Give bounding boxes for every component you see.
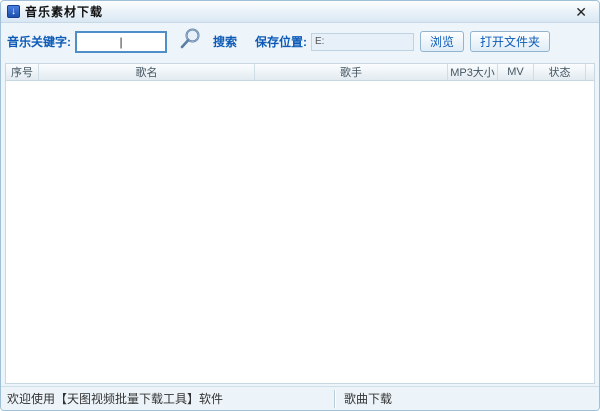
status-message-mode: 歌曲下载: [344, 392, 393, 406]
search-label[interactable]: 搜索: [213, 33, 237, 50]
keyword-label: 音乐关键字:: [7, 35, 71, 49]
table-header-row: 序号 歌名 歌手 MP3大小 MV 状态: [6, 64, 594, 81]
column-header-mp3size[interactable]: MP3大小: [448, 64, 498, 80]
song-table: 序号 歌名 歌手 MP3大小 MV 状态: [5, 63, 595, 384]
table-body-empty[interactable]: [6, 81, 594, 383]
browse-button[interactable]: 浏览: [420, 31, 465, 52]
toolbar: 音乐关键字: 搜索 保存位置: 浏览 打开文件夹: [1, 23, 599, 60]
column-header-song[interactable]: 歌名: [39, 64, 255, 80]
status-bar: 欢迎使用【天图视频批量下载工具】软件 歌曲下载: [1, 386, 599, 410]
keyword-input[interactable]: [75, 30, 167, 53]
column-header-mv[interactable]: MV: [498, 64, 534, 80]
open-folder-button[interactable]: 打开文件夹: [470, 31, 551, 52]
title-bar[interactable]: ↓ 音乐素材下载 ✕: [1, 1, 599, 23]
column-header-index[interactable]: 序号: [6, 64, 39, 80]
app-window: ↓ 音乐素材下载 ✕ 音乐关键字: 搜索 保存位置: 浏览 打开文件夹 序号 歌…: [0, 0, 600, 411]
close-icon[interactable]: ✕: [571, 4, 591, 20]
save-location-label: 保存位置:: [255, 35, 308, 49]
column-header-extra: [586, 64, 594, 80]
column-header-singer[interactable]: 歌手: [255, 64, 448, 80]
save-path-field[interactable]: [311, 32, 415, 51]
app-icon: ↓: [7, 5, 20, 18]
search-button[interactable]: [175, 28, 205, 56]
window-title: 音乐素材下载: [25, 5, 104, 19]
status-message-welcome: 欢迎使用【天图视频批量下载工具】软件: [7, 392, 224, 406]
search-icon: [178, 27, 202, 56]
column-header-status[interactable]: 状态: [534, 64, 586, 80]
